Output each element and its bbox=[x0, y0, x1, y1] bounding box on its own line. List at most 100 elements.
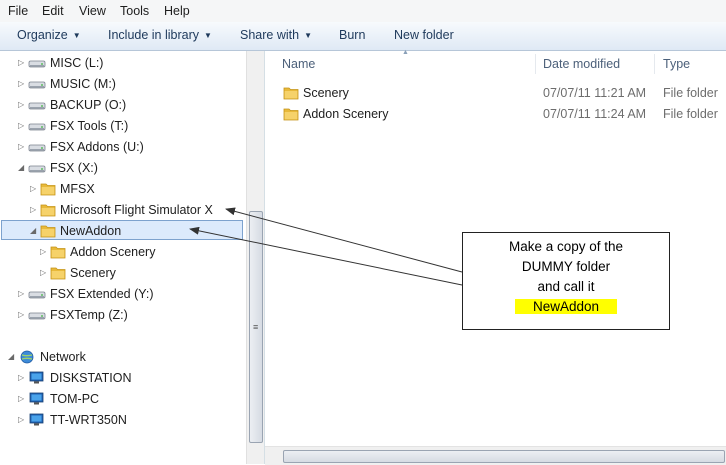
callout-line-3: and call it bbox=[537, 279, 595, 294]
scrollbar-thumb[interactable]: ≡ bbox=[249, 211, 263, 443]
folder-icon bbox=[50, 266, 66, 286]
tree-item-label: FSX (X:) bbox=[50, 161, 98, 175]
tree-item[interactable]: ▷ FSXTemp (Z:) bbox=[0, 305, 244, 325]
menu-tools[interactable]: Tools bbox=[120, 4, 149, 18]
tree-item-label: TT-WRT350N bbox=[50, 413, 127, 427]
folder-icon bbox=[50, 245, 66, 265]
tree-item[interactable]: ▷ MFSX bbox=[0, 179, 244, 199]
folder-icon bbox=[283, 86, 299, 106]
expand-arrow-icon[interactable]: ▷ bbox=[18, 410, 24, 430]
column-separator[interactable] bbox=[654, 54, 655, 74]
tree-item[interactable]: ▷ MUSIC (M:) bbox=[0, 74, 244, 94]
expand-arrow-icon[interactable]: ▷ bbox=[18, 389, 24, 409]
file-row[interactable]: Addon Scenery 07/07/11 11:24 AM File folde… bbox=[265, 104, 726, 124]
tree-item-label: FSXTemp (Z:) bbox=[50, 308, 128, 322]
expand-arrow-icon[interactable]: ▷ bbox=[30, 179, 36, 199]
network-icon bbox=[18, 350, 36, 370]
tree-item[interactable]: ▷ TOM-PC bbox=[0, 389, 244, 409]
tree-item-label: MFSX bbox=[60, 182, 95, 196]
callout-line-1: Make a copy of the bbox=[508, 239, 624, 254]
expand-arrow-icon[interactable]: ▷ bbox=[18, 284, 24, 304]
expand-arrow-icon[interactable]: ▷ bbox=[18, 95, 24, 115]
file-row[interactable]: Scenery 07/07/11 11:21 AM File folder bbox=[265, 83, 726, 103]
collapse-arrow-icon[interactable]: ◢ bbox=[8, 347, 14, 367]
organize-label: Organize bbox=[17, 28, 68, 42]
expand-arrow-icon[interactable]: ▷ bbox=[18, 305, 24, 325]
grip-icon: ≡ bbox=[253, 322, 259, 332]
include-in-library-button[interactable]: Include in library ▼ bbox=[108, 28, 212, 42]
column-separator[interactable] bbox=[535, 54, 536, 74]
chevron-down-icon: ▼ bbox=[204, 31, 212, 40]
callout-line-2: DUMMY folder bbox=[521, 259, 611, 274]
tree-item[interactable]: ▷ Microsoft Flight Simulator X bbox=[0, 200, 244, 220]
collapse-arrow-icon[interactable]: ◢ bbox=[18, 158, 24, 178]
tree-item-label: Network bbox=[40, 350, 86, 364]
drive-icon bbox=[28, 308, 46, 328]
column-header-type[interactable]: Type bbox=[663, 51, 723, 77]
tree-item-label: NewAddon bbox=[60, 224, 122, 238]
file-name: Scenery bbox=[303, 86, 349, 100]
file-type: File folder bbox=[663, 86, 718, 100]
drive-icon bbox=[28, 287, 46, 307]
expand-arrow-icon[interactable]: ▷ bbox=[40, 242, 46, 262]
tree-item-label: Microsoft Flight Simulator X bbox=[60, 203, 213, 217]
file-type: File folder bbox=[663, 107, 718, 121]
new-folder-label: New folder bbox=[394, 28, 454, 42]
tree-item[interactable]: ◢ FSX (X:) bbox=[0, 158, 244, 178]
share-with-label: Share with bbox=[240, 28, 300, 42]
expand-arrow-icon[interactable]: ▷ bbox=[18, 74, 24, 94]
tree-item[interactable]: ▷ MISC (L:) bbox=[0, 53, 244, 73]
computer-icon bbox=[28, 413, 46, 433]
tree-item-label: MUSIC (M:) bbox=[50, 77, 116, 91]
tree-item[interactable]: ▷ FSX Extended (Y:) bbox=[0, 284, 244, 304]
menu-file[interactable]: File bbox=[8, 4, 28, 18]
include-in-library-label: Include in library bbox=[108, 28, 200, 42]
nav-pane-scrollbar[interactable]: ≡ bbox=[246, 51, 264, 464]
expand-arrow-icon[interactable]: ▷ bbox=[30, 200, 36, 220]
navigation-pane: ▷ MISC (L:) ▷ MUSIC (M:) ▷ BACKUP (O:) ▷ FSX To… bbox=[0, 51, 246, 464]
new-folder-button[interactable]: New folder bbox=[394, 28, 454, 42]
organize-button[interactable]: Organize ▼ bbox=[17, 28, 81, 42]
tree-item-label: FSX Addons (U:) bbox=[50, 140, 144, 154]
tree-item[interactable]: ▷ FSX Tools (T:) bbox=[0, 116, 244, 136]
computer-icon bbox=[28, 371, 46, 391]
tree-item-label: Addon Scenery bbox=[70, 245, 156, 259]
tree-item-label: FSX Extended (Y:) bbox=[50, 287, 154, 301]
expand-arrow-icon[interactable]: ▷ bbox=[18, 116, 24, 136]
collapse-arrow-icon[interactable]: ◢ bbox=[30, 221, 36, 241]
drive-icon bbox=[28, 140, 46, 160]
tree-item-label: FSX Tools (T:) bbox=[50, 119, 129, 133]
file-name: Addon Scenery bbox=[303, 107, 389, 121]
share-with-button[interactable]: Share with ▼ bbox=[240, 28, 312, 42]
menu-view[interactable]: View bbox=[79, 4, 106, 18]
chevron-down-icon: ▼ bbox=[72, 31, 81, 40]
callout-highlight: NewAddon bbox=[514, 299, 618, 314]
menu-edit[interactable]: Edit bbox=[42, 4, 64, 18]
tree-item-label: TOM-PC bbox=[50, 392, 100, 406]
expand-arrow-icon[interactable]: ▷ bbox=[18, 53, 24, 73]
expand-arrow-icon[interactable]: ▷ bbox=[18, 137, 24, 157]
tree-item[interactable]: ▷ BACKUP (O:) bbox=[0, 95, 244, 115]
computer-icon bbox=[28, 392, 46, 412]
file-date-modified: 07/07/11 11:24 AM bbox=[543, 107, 647, 121]
expand-arrow-icon[interactable]: ▷ bbox=[18, 368, 24, 388]
tree-item[interactable]: ▷ TT-WRT350N bbox=[0, 410, 244, 430]
tree-item[interactable]: ▷ DISKSTATION bbox=[0, 368, 244, 388]
horizontal-scrollbar[interactable] bbox=[265, 446, 726, 465]
tree-item[interactable]: ▷ Scenery bbox=[0, 263, 244, 283]
drive-icon bbox=[28, 161, 46, 181]
instruction-callout: Make a copy of the DUMMY folder and call… bbox=[462, 232, 670, 330]
tree-item[interactable]: ◢ NewAddon bbox=[0, 221, 244, 241]
tree-item[interactable]: ▷ Addon Scenery bbox=[0, 242, 244, 262]
tree-item-label: BACKUP (O:) bbox=[50, 98, 127, 112]
burn-button[interactable]: Burn bbox=[339, 28, 365, 42]
scrollbar-thumb[interactable] bbox=[283, 450, 725, 463]
tree-item[interactable]: ◢ Network bbox=[0, 347, 244, 367]
column-header-date-modified[interactable]: Date modified bbox=[543, 51, 653, 77]
tree-item[interactable]: ▷ FSX Addons (U:) bbox=[0, 137, 244, 157]
folder-icon bbox=[40, 182, 56, 202]
column-header-name[interactable]: Name bbox=[282, 51, 532, 77]
drive-icon bbox=[28, 56, 46, 76]
expand-arrow-icon[interactable]: ▷ bbox=[40, 263, 46, 283]
menu-help[interactable]: Help bbox=[164, 4, 190, 18]
